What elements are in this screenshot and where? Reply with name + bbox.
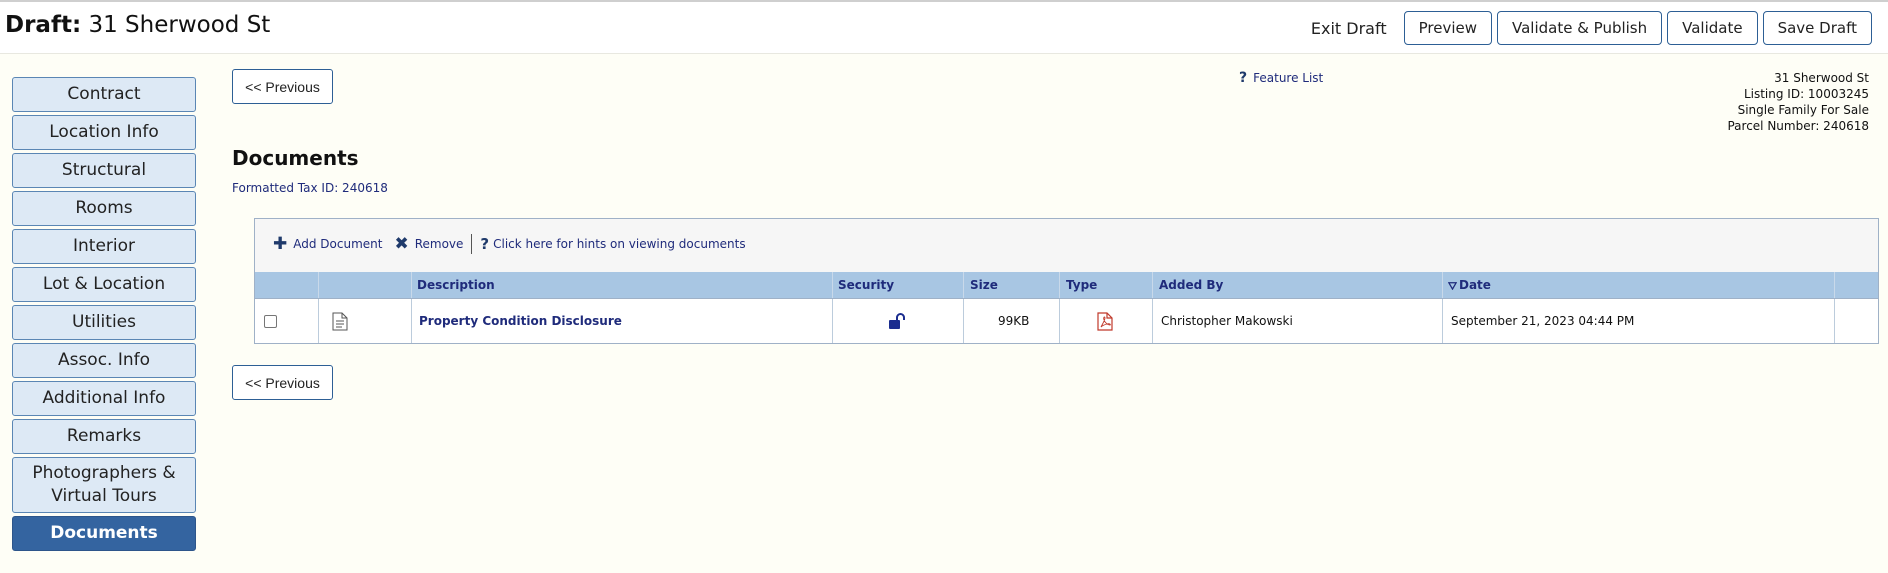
- sidebar-item-rooms[interactable]: Rooms: [12, 191, 196, 226]
- column-divider: [1442, 272, 1443, 298]
- document-hints-link[interactable]: ? Click here for hints on viewing docume…: [480, 235, 745, 253]
- listing-id: Listing ID: 10003245: [1743, 87, 1869, 101]
- column-header-date[interactable]: Date: [1448, 272, 1491, 298]
- column-divider: [1152, 299, 1153, 343]
- document-icon[interactable]: [332, 312, 348, 331]
- feature-list-link[interactable]: ? Feature List: [1239, 70, 1323, 86]
- row-select-checkbox[interactable]: [264, 314, 277, 328]
- parcel-number: Parcel Number: 240618: [1727, 119, 1869, 133]
- remove-label: Remove: [414, 237, 464, 251]
- save-draft-button[interactable]: Save Draft: [1762, 11, 1872, 45]
- section-sidebar: Contract Location Info Structural Rooms …: [12, 77, 196, 554]
- previous-button-bottom[interactable]: << Previous: [232, 365, 333, 400]
- sidebar-item-documents[interactable]: Documents: [12, 516, 196, 551]
- add-document-label: Add Document: [293, 237, 383, 251]
- column-header-security[interactable]: Security: [838, 272, 894, 298]
- document-size: 99KB: [998, 314, 1030, 328]
- column-divider: [1059, 272, 1060, 298]
- column-header-description[interactable]: Description: [417, 272, 495, 298]
- page-title: Documents: [232, 146, 359, 170]
- column-divider: [963, 272, 964, 298]
- hints-label: Click here for hints on viewing document…: [493, 237, 746, 251]
- table-row[interactable]: Property Condition Disclosure 99KB Chris…: [255, 298, 1878, 343]
- sidebar-item-assoc-info[interactable]: Assoc. Info: [12, 343, 196, 378]
- column-divider: [832, 272, 833, 298]
- documents-toolbar: ✚ Add Document ✖ Remove ? Click here for…: [273, 234, 746, 254]
- column-divider: [318, 272, 319, 298]
- column-divider: [1834, 299, 1835, 343]
- draft-label: Draft:: [5, 12, 82, 38]
- sidebar-item-remarks[interactable]: Remarks: [12, 419, 196, 454]
- column-divider: [832, 299, 833, 343]
- column-divider: [1152, 272, 1153, 298]
- column-divider: [411, 272, 412, 298]
- listing-address: 31 Sherwood St: [1774, 71, 1869, 85]
- pdf-icon[interactable]: [1097, 311, 1113, 331]
- toolbar-divider: [471, 234, 473, 254]
- feature-list-label: Feature List: [1253, 71, 1324, 85]
- add-document-button[interactable]: ✚ Add Document: [273, 234, 382, 254]
- sidebar-item-interior[interactable]: Interior: [12, 229, 196, 264]
- type-cell: [1097, 299, 1113, 343]
- sidebar-item-structural[interactable]: Structural: [12, 153, 196, 188]
- column-header-added-by[interactable]: Added By: [1159, 272, 1223, 298]
- column-divider: [1059, 299, 1060, 343]
- sidebar-item-location-info[interactable]: Location Info: [12, 115, 196, 150]
- document-description-link[interactable]: Property Condition Disclosure: [419, 299, 622, 343]
- help-icon: ?: [1239, 70, 1248, 86]
- sidebar-item-additional-info[interactable]: Additional Info: [12, 381, 196, 416]
- document-description: Property Condition Disclosure: [419, 314, 622, 328]
- property-title: 31 Sherwood St: [88, 12, 271, 38]
- help-icon: ?: [480, 235, 490, 253]
- sidebar-item-lot-location[interactable]: Lot & Location: [12, 267, 196, 302]
- documents-table-header: Description Security Size Type Added By …: [255, 272, 1878, 298]
- column-divider: [1442, 299, 1443, 343]
- column-divider: [411, 299, 412, 343]
- column-divider: [963, 299, 964, 343]
- sort-descending-icon: [1448, 281, 1457, 290]
- date-header-label: Date: [1459, 278, 1491, 292]
- sidebar-item-photographers[interactable]: Photographers & Virtual Tours: [12, 457, 196, 513]
- header-actions: Exit Draft Preview Validate & Publish Va…: [1311, 11, 1872, 45]
- previous-button-top[interactable]: << Previous: [232, 69, 333, 104]
- close-icon: ✖: [394, 234, 409, 254]
- validate-button[interactable]: Validate: [1667, 11, 1758, 45]
- document-added-by: Christopher Makowski: [1161, 314, 1293, 328]
- column-header-type[interactable]: Type: [1066, 272, 1097, 298]
- listing-summary: 31 Sherwood St Listing ID: 10003245 Sing…: [1727, 70, 1869, 134]
- column-divider: [318, 299, 319, 343]
- page-header: Draft: 31 Sherwood St Exit Draft Preview…: [0, 2, 1888, 54]
- row-document-icon-cell: [332, 299, 348, 343]
- column-header-size[interactable]: Size: [970, 272, 998, 298]
- preview-button[interactable]: Preview: [1403, 11, 1492, 45]
- formatted-tax-id: Formatted Tax ID: 240618: [232, 181, 388, 195]
- document-date: September 21, 2023 04:44 PM: [1451, 314, 1635, 328]
- row-select-cell: [264, 299, 277, 343]
- sidebar-item-utilities[interactable]: Utilities: [12, 305, 196, 340]
- column-divider: [1834, 272, 1835, 298]
- security-cell: [888, 299, 906, 343]
- validate-publish-button[interactable]: Validate & Publish: [1496, 11, 1663, 45]
- plus-icon: ✚: [273, 234, 288, 254]
- exit-draft-link[interactable]: Exit Draft: [1311, 19, 1387, 38]
- sidebar-item-contract[interactable]: Contract: [12, 77, 196, 112]
- unlocked-padlock-icon: [889, 312, 905, 329]
- listing-type: Single Family For Sale: [1737, 103, 1869, 117]
- remove-button[interactable]: ✖ Remove: [394, 234, 463, 254]
- documents-panel: ✚ Add Document ✖ Remove ? Click here for…: [254, 218, 1879, 344]
- draft-title: Draft: 31 Sherwood St: [5, 12, 270, 38]
